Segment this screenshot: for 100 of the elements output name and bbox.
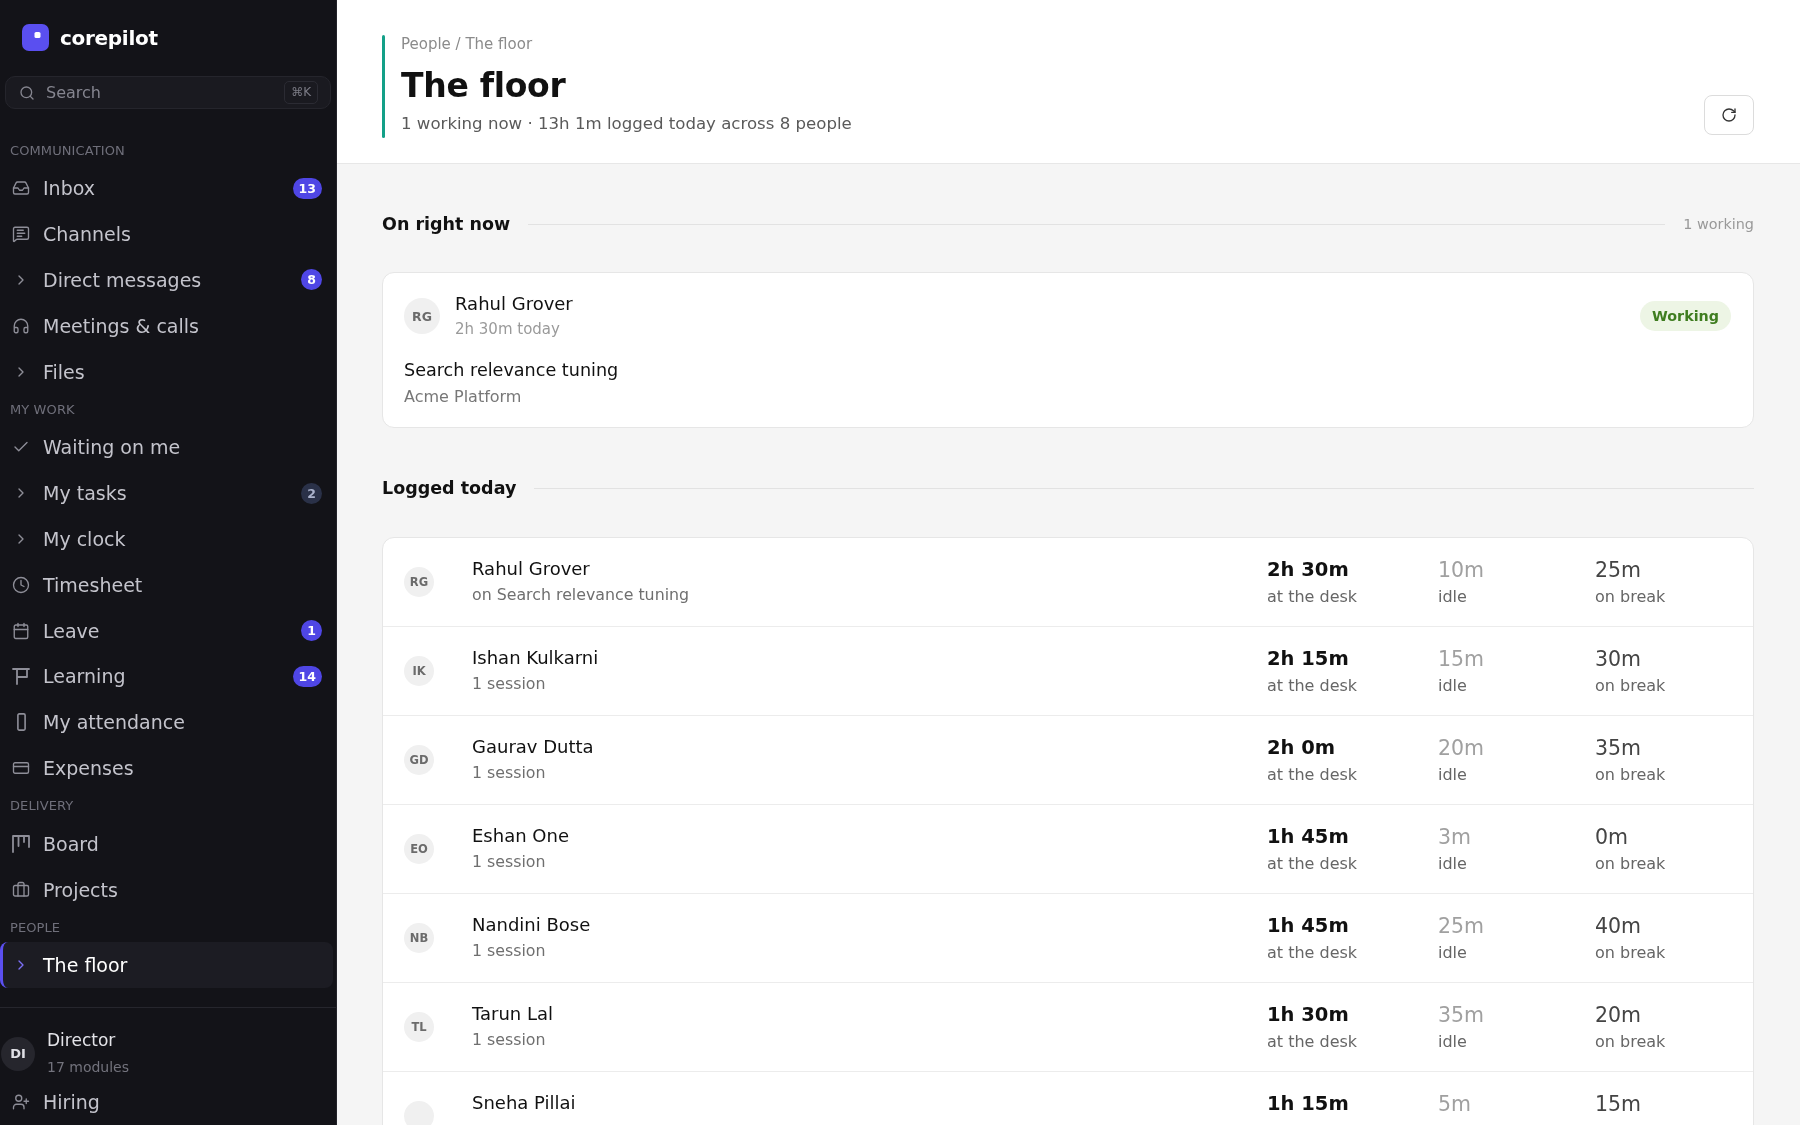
time-value: 0m (1595, 825, 1629, 849)
time-label: on break (1595, 676, 1667, 696)
time-label: on break (1595, 854, 1667, 874)
sidebar-item[interactable]: Direct messages 8 (0, 257, 333, 303)
time-label: on break (1595, 765, 1667, 785)
person-name: Rahul Grover (472, 558, 591, 580)
person-detail: 1 session (472, 941, 547, 961)
sidebar-item[interactable]: Inbox 13 (0, 165, 333, 212)
inbox-icon (12, 179, 30, 198)
person-detail: 1 session (472, 852, 547, 872)
time-label: idle (1438, 676, 1468, 696)
time-value: 35m (1438, 1003, 1486, 1027)
person-name: Tarun Lal (472, 1003, 555, 1025)
section-count: 1 working (1683, 216, 1754, 232)
person-detail: 1 session (472, 763, 547, 783)
avatar: IK (404, 656, 434, 686)
sidebar-item[interactable]: My clock (0, 516, 333, 562)
time-label: idle (1438, 587, 1468, 607)
count-badge: 1 (301, 620, 322, 641)
headphones-icon (12, 316, 30, 335)
avatar: RG (404, 567, 434, 597)
count-badge: 13 (292, 177, 322, 199)
user-avatar: DI (1, 1036, 35, 1071)
sidebar-item[interactable]: My attendance (0, 699, 333, 745)
user-plus-icon (12, 1093, 30, 1112)
time-label: at the desk (1267, 587, 1359, 607)
search-field[interactable]: Search ⌘K (5, 76, 331, 110)
sidebar-item[interactable]: The floor (0, 942, 333, 989)
time-label: idle (1438, 943, 1468, 963)
status-badge: Working (1640, 301, 1731, 331)
sidebar-item[interactable]: Learning 14 (0, 653, 333, 700)
time-today: 2h 30m today (455, 319, 561, 339)
section-title: On right now (382, 213, 511, 236)
sidebar-item[interactable]: Timesheet (0, 561, 333, 608)
time-label: at the desk (1267, 765, 1359, 785)
person-name: Rahul Grover (455, 293, 574, 315)
flag-icon (12, 667, 30, 685)
calendar-icon (12, 621, 30, 640)
time-value: 2h 15m (1267, 647, 1350, 671)
sidebar-item[interactable]: Waiting on me (0, 424, 333, 471)
avatar: GD (404, 745, 434, 775)
person-name: Sneha Pillai (472, 1092, 577, 1114)
page-subtitle: 1 working now · 13h 1m logged today across 8 people (401, 113, 852, 135)
search-icon (19, 84, 35, 101)
time-value: 2h 0m (1267, 736, 1337, 760)
time-value: 15m (1595, 1092, 1643, 1116)
section-heading: PEOPLE (9, 918, 62, 937)
count-badge: 8 (301, 269, 322, 291)
time-value: 25m (1438, 914, 1486, 938)
section-heading: COMMUNICATION (9, 141, 126, 160)
time-value: 25m (1595, 558, 1643, 582)
time-value: 5m (1438, 1092, 1472, 1116)
refresh-button[interactable] (1704, 95, 1754, 135)
time-label: idle (1438, 765, 1468, 785)
time-value: 35m (1595, 736, 1643, 760)
task-name: Search relevance tuning (404, 359, 620, 381)
time-label: on break (1595, 943, 1667, 963)
briefcase-icon (12, 880, 30, 899)
time-label: at the desk (1267, 854, 1359, 874)
person-name: Gaurav Dutta (472, 736, 595, 758)
time-value: 1h 30m (1267, 1003, 1350, 1027)
sidebar-item[interactable]: Channels (0, 211, 333, 258)
time-value: 10m (1438, 558, 1486, 582)
person-name: Nandini Bose (472, 914, 592, 936)
person-name: Eshan One (472, 825, 570, 847)
avatar: RG (404, 298, 440, 334)
avatar: TL (404, 1012, 434, 1042)
time-value: 1h 45m (1267, 914, 1350, 938)
time-label: idle (1438, 1032, 1468, 1052)
sidebar-item[interactable]: My tasks 2 (0, 470, 333, 517)
count-badge: 2 (301, 482, 322, 504)
count-badge: 14 (292, 665, 322, 687)
person-detail: 1 session (472, 674, 547, 694)
chat-icon (12, 225, 30, 244)
time-value: 20m (1438, 736, 1486, 760)
sidebar-item[interactable]: Leave 1 (0, 607, 333, 654)
user-role: Director (47, 1030, 117, 1051)
sidebar-item[interactable]: Expenses (0, 745, 333, 791)
time-value: 1h 15m (1267, 1092, 1350, 1116)
time-value: 20m (1595, 1003, 1643, 1027)
time-label: at the desk (1267, 676, 1359, 696)
time-value: 3m (1438, 825, 1472, 849)
time-label: on break (1595, 587, 1667, 607)
refresh-icon (1721, 107, 1737, 123)
logo-icon (22, 24, 49, 51)
person-detail: on Search relevance tuning (472, 585, 691, 605)
sidebar-item[interactable]: Projects (0, 866, 333, 913)
phone-icon (16, 713, 26, 732)
avatar: NB (404, 923, 434, 953)
shortcut-key: ⌘K (284, 81, 318, 105)
sidebar-item[interactable]: Board (0, 820, 333, 867)
person-detail: 1 session (472, 1030, 547, 1050)
sidebar-item[interactable]: Hiring (0, 1079, 333, 1125)
time-value: 30m (1595, 647, 1643, 671)
sidebar-item[interactable]: Meetings & calls (0, 302, 333, 349)
time-label: on break (1595, 1032, 1667, 1052)
breadcrumb: People / The floor (401, 35, 534, 53)
page-title: The floor (401, 65, 567, 107)
avatar: EO (404, 834, 434, 864)
sidebar-item[interactable]: Files (0, 348, 333, 395)
